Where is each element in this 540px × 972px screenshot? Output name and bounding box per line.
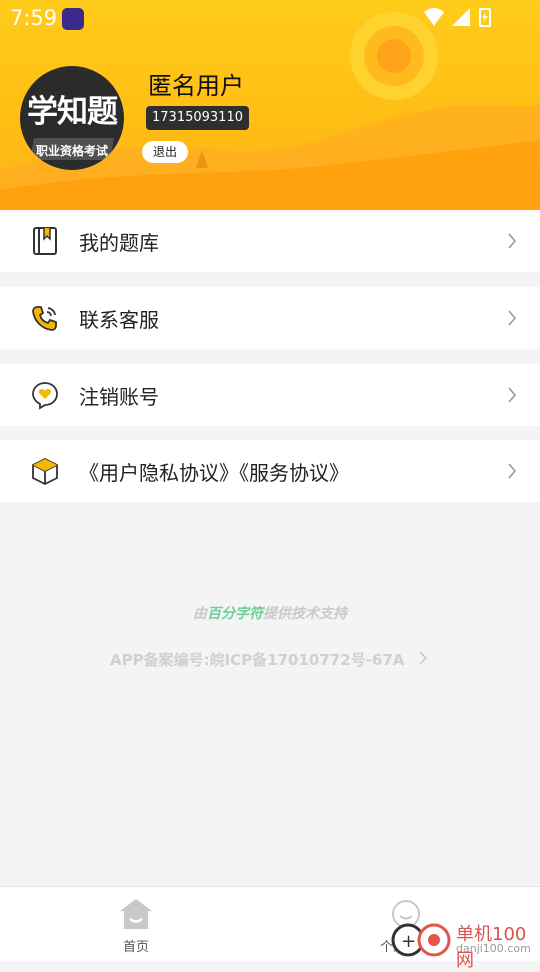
signal-icon: [452, 8, 470, 26]
box-icon: [32, 457, 58, 486]
menu-item-agreements[interactable]: 《用户隐私协议》《服务协议》: [0, 440, 540, 502]
svg-text:+: +: [401, 931, 416, 952]
watermark-subtext: danji100.com: [456, 942, 531, 955]
credit-brand[interactable]: 百分字符: [207, 606, 263, 622]
tab-label: 首页: [122, 940, 149, 955]
book-bookmark-icon: [33, 227, 57, 255]
wifi-icon: [424, 8, 444, 26]
icp-record-link[interactable]: APP备案编号:皖ICP备17010772号-67A: [110, 649, 404, 670]
watermark-logo-icon: +: [391, 923, 451, 957]
menu-item-customer-service[interactable]: 联系客服: [0, 287, 540, 349]
avatar-title: 学知题: [27, 94, 118, 130]
status-bar: 7:59: [0, 0, 540, 36]
chevron-right-icon: [508, 387, 517, 403]
menu-item-label: 联系客服: [79, 308, 159, 332]
credit-prefix: 由: [193, 606, 207, 622]
phone-icon: [32, 306, 57, 331]
tab-home[interactable]: 首页: [76, 887, 196, 961]
menu-item-label: 《用户隐私协议》《服务协议》: [79, 461, 349, 485]
chevron-right-icon: [508, 310, 517, 326]
avatar[interactable]: 学知题 职业资格考试: [20, 66, 124, 170]
menu-item-cancel-account[interactable]: 注销账号: [0, 364, 540, 426]
app-notification-icon: [62, 8, 84, 30]
menu-item-label: 我的题库: [79, 231, 159, 255]
tech-support-credit: 由百分字符提供技术支持: [0, 603, 540, 623]
chevron-right-icon: [419, 651, 428, 665]
logout-button[interactable]: 退出: [142, 141, 188, 163]
chevron-right-icon: [508, 463, 517, 479]
profile-header: 7:59 学知题 职业资格考试 匿名用户 17315093110 退出: [0, 0, 540, 215]
username: 匿名用户: [148, 72, 244, 100]
menu-item-question-bank[interactable]: 我的题库: [0, 210, 540, 272]
menu-item-label: 注销账号: [79, 385, 159, 409]
heart-chat-icon: [32, 382, 58, 410]
home-icon: [120, 899, 152, 929]
status-time: 7:59: [10, 6, 58, 30]
site-watermark: + 单机100网 danji100.com: [390, 918, 540, 971]
status-icons: [424, 8, 491, 27]
credit-suffix: 提供技术支持: [263, 606, 347, 622]
phone-number-badge: 17315093110: [146, 106, 249, 130]
chevron-right-icon: [508, 233, 517, 249]
avatar-subtitle: 职业资格考试: [35, 144, 108, 158]
